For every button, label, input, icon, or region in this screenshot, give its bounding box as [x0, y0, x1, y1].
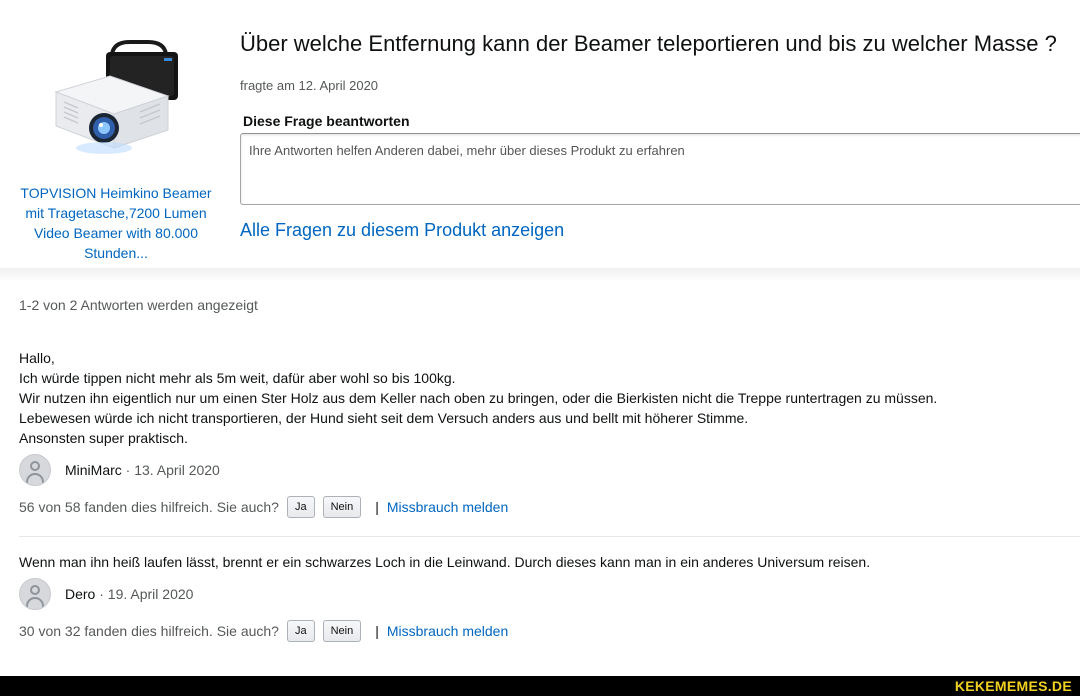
author-name[interactable]: MiniMarc: [65, 462, 122, 478]
helpful-count: 30 von 32 fanden dies hilfreich. Sie auc…: [19, 623, 279, 639]
answer-divider: [19, 536, 1080, 537]
all-questions-link[interactable]: Alle Fragen zu diesem Produkt anzeigen: [240, 220, 564, 241]
answers-count: 1-2 von 2 Antworten werden angezeigt: [19, 297, 258, 313]
answer-1-helpful: 56 von 58 fanden dies hilfreich. Sie auc…: [19, 494, 508, 520]
answer-input[interactable]: [240, 133, 1080, 205]
vote-no-button[interactable]: Nein: [322, 496, 362, 518]
answer-line: Wenn man ihn heiß laufen lässt, brennt e…: [19, 554, 871, 570]
question-asked-date: fragte am 12. April 2020: [240, 78, 379, 93]
helpful-count: 56 von 58 fanden dies hilfreich. Sie auc…: [19, 499, 279, 515]
user-avatar-icon[interactable]: [19, 454, 51, 486]
answer-2-helpful: 30 von 32 fanden dies hilfreich. Sie auc…: [19, 618, 508, 644]
user-avatar-icon[interactable]: [19, 578, 51, 610]
separator: |: [375, 499, 379, 515]
answer-date: · 19. April 2020: [95, 586, 194, 602]
question-header: TOPVISION Heimkino Beamer mit Tragetasch…: [0, 0, 1080, 270]
report-abuse-link[interactable]: Missbrauch melden: [387, 623, 508, 639]
answer-line: Lebewesen würde ich nicht transportieren…: [19, 410, 749, 426]
answer-2-text: Wenn man ihn heiß laufen lässt, brennt e…: [19, 552, 870, 572]
answer-form-heading: Diese Frage beantworten: [243, 113, 410, 129]
answer-1-author: MiniMarc · 13. April 2020: [19, 453, 220, 487]
question-title: Über welche Entfernung kann der Beamer t…: [240, 31, 1057, 56]
vote-no-button[interactable]: Nein: [322, 620, 362, 642]
answer-line: Hallo,: [19, 350, 55, 366]
watermark-bar: KEKEMEMES.DE: [0, 676, 1080, 696]
header-shadow: [0, 268, 1080, 282]
vote-yes-button[interactable]: Ja: [286, 620, 315, 642]
answer-line: Ich würde tippen nicht mehr als 5m weit,…: [19, 370, 456, 386]
answer-line: Ansonsten super praktisch.: [19, 430, 188, 446]
separator: |: [375, 623, 379, 639]
product-title-link[interactable]: TOPVISION Heimkino Beamer mit Tragetasch…: [18, 183, 214, 263]
vote-yes-button[interactable]: Ja: [286, 496, 315, 518]
author-name[interactable]: Dero: [65, 586, 95, 602]
projector-image: [54, 40, 178, 154]
answer-date: · 13. April 2020: [121, 462, 220, 478]
answer-line: Wir nutzen ihn eigentlich nur um einen S…: [19, 390, 938, 406]
product-image[interactable]: [52, 40, 182, 158]
answer-2-author: Dero · 19. April 2020: [19, 577, 193, 611]
watermark: KEKEMEMES.DE: [954, 678, 1072, 694]
answer-1-text: Hallo, Ich würde tippen nicht mehr als 5…: [19, 348, 937, 448]
report-abuse-link[interactable]: Missbrauch melden: [387, 499, 508, 515]
